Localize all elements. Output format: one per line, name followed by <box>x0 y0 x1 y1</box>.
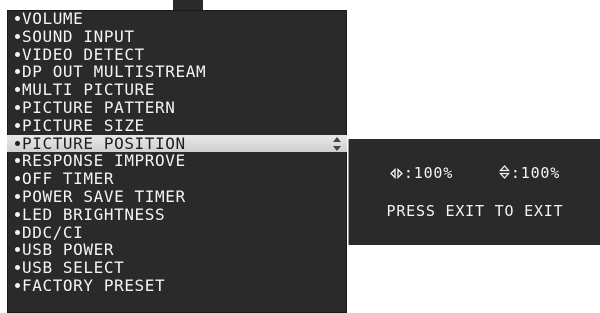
menu-item-picture-size[interactable]: PICTURE SIZE <box>7 115 347 135</box>
menu-item-picture-position[interactable]: PICTURE POSITION <box>7 133 347 153</box>
bullet-icon <box>15 247 20 253</box>
menu-item-label: VOLUME <box>22 9 84 28</box>
left-right-arrows-icon <box>390 167 403 180</box>
bullet-icon <box>15 140 20 146</box>
up-down-arrows-icon <box>498 165 510 179</box>
bullet-icon <box>15 265 20 271</box>
menu-item-label: DDC/CI <box>22 222 84 242</box>
menu-item-usb-select[interactable]: USB SELECT <box>7 259 347 277</box>
menu-item-video-detect[interactable]: VIDEO DETECT <box>7 44 347 64</box>
menu-item-label: POWER SAVE TIMER <box>22 186 186 206</box>
bullet-icon <box>15 229 20 235</box>
menu-top-tab <box>173 0 203 10</box>
menu-item-sound-input[interactable]: SOUND INPUT <box>7 26 347 46</box>
menu-item-volume[interactable]: VOLUME <box>7 10 347 28</box>
bullet-icon <box>15 193 20 199</box>
menu-item-label: FACTORY PRESET <box>22 275 166 295</box>
menu-item-usb-power[interactable]: USB POWER <box>7 241 347 259</box>
menu-item-off-timer[interactable]: OFF TIMER <box>7 170 347 188</box>
position-values-row: :100% :100% <box>349 164 600 182</box>
horizontal-position-value: :100% <box>403 164 454 182</box>
bullet-icon <box>15 176 20 182</box>
menu-item-label: SOUND INPUT <box>22 26 135 46</box>
menu-item-picture-pattern[interactable]: PICTURE PATTERN <box>7 99 347 117</box>
up-down-arrows-icon <box>333 136 341 151</box>
menu-item-label: VIDEO DETECT <box>22 44 145 64</box>
menu-list: VOLUME SOUND INPUT VIDEO DETECT DP OUT M… <box>7 10 347 295</box>
menu-item-label: MULTI PICTURE <box>22 80 156 100</box>
bullet-icon <box>15 51 20 57</box>
picture-position-submenu: :100% :100% PRESS EXIT TO EXIT <box>348 139 600 245</box>
menu-item-label: OFF TIMER <box>22 169 115 189</box>
menu-item-dp-out-multistream[interactable]: DP OUT MULTISTREAM <box>7 63 347 81</box>
menu-item-power-save-timer[interactable]: POWER SAVE TIMER <box>7 188 347 206</box>
menu-item-label: RESPONSE IMPROVE <box>22 151 186 171</box>
menu-item-label: PICTURE PATTERN <box>22 97 176 117</box>
menu-item-label: DP OUT MULTISTREAM <box>22 62 207 82</box>
vertical-position-value: :100% <box>510 164 561 182</box>
bullet-icon <box>15 69 20 75</box>
osd-screen: VOLUME SOUND INPUT VIDEO DETECT DP OUT M… <box>0 0 600 313</box>
menu-item-label: LED BRIGHTNESS <box>22 204 166 224</box>
bullet-icon <box>15 211 20 217</box>
menu-item-label: PICTURE POSITION <box>22 133 186 153</box>
menu-item-label: USB POWER <box>22 240 115 260</box>
bullet-icon <box>15 104 20 110</box>
bullet-icon <box>15 87 20 93</box>
menu-item-led-brightness[interactable]: LED BRIGHTNESS <box>7 204 347 224</box>
menu-item-response-improve[interactable]: RESPONSE IMPROVE <box>7 152 347 170</box>
bullet-icon <box>15 33 20 39</box>
osd-menu-panel: VOLUME SOUND INPUT VIDEO DETECT DP OUT M… <box>7 0 347 313</box>
menu-item-label: PICTURE SIZE <box>22 115 145 135</box>
bullet-icon <box>15 282 20 288</box>
menu-item-factory-preset[interactable]: FACTORY PRESET <box>7 277 347 295</box>
bullet-icon <box>15 16 20 21</box>
bullet-icon <box>15 158 20 164</box>
horizontal-position[interactable]: :100% <box>390 164 453 182</box>
menu-item-ddc-ci[interactable]: DDC/CI <box>7 222 347 242</box>
exit-hint: PRESS EXIT TO EXIT <box>386 202 564 220</box>
vertical-position[interactable]: :100% <box>498 164 561 182</box>
menu-item-label: USB SELECT <box>22 258 125 278</box>
bullet-icon <box>15 122 20 128</box>
menu-item-multi-picture[interactable]: MULTI PICTURE <box>7 81 347 99</box>
